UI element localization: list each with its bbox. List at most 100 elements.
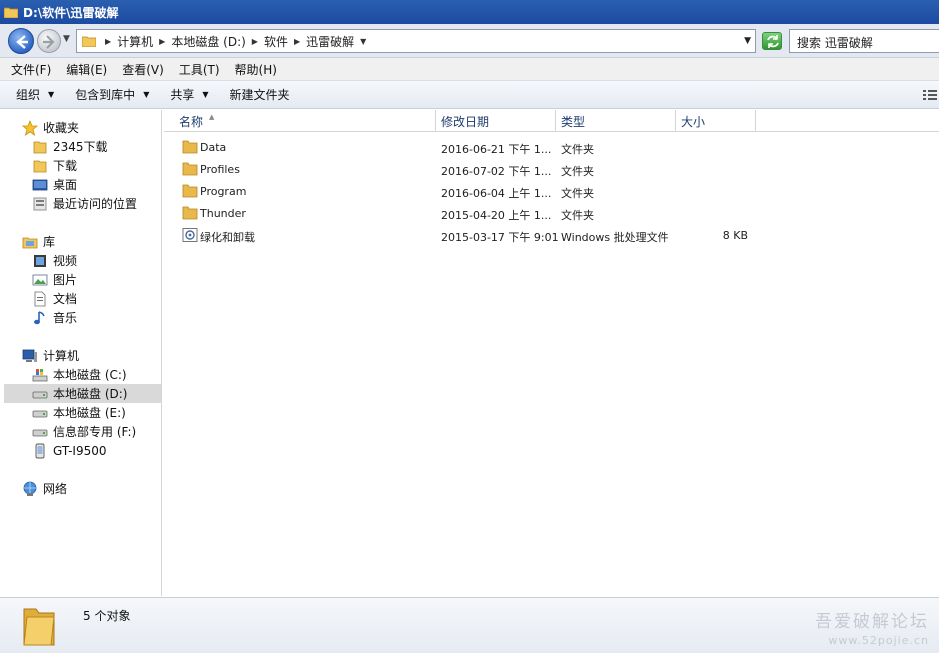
sidebar-item-favorites[interactable]: 收藏夹	[22, 118, 79, 137]
refresh-button[interactable]	[762, 32, 782, 50]
column-header-row: 名称 ▲ 修改日期 类型 大小	[164, 110, 939, 132]
breadcrumb-separator-icon[interactable]: ▶	[159, 37, 165, 46]
breadcrumb-separator-icon[interactable]: ▶	[294, 37, 300, 46]
file-date: 2015-04-20 上午 1...	[441, 209, 552, 222]
column-header-label: 大小	[681, 115, 706, 129]
new-folder-button[interactable]: 新建文件夹	[230, 86, 290, 103]
sidebar-item-pictures[interactable]: 图片	[32, 270, 77, 289]
new-folder-label: 新建文件夹	[229, 88, 290, 102]
computer-icon	[22, 349, 37, 362]
menu-file[interactable]: 文件(F)	[11, 61, 51, 78]
sidebar-item-desktop[interactable]: 桌面	[32, 175, 77, 194]
music-note-icon	[34, 310, 45, 324]
back-button[interactable]	[8, 28, 34, 54]
folder-icon	[82, 36, 96, 47]
file-date: 2015-03-17 下午 9:01	[441, 231, 559, 244]
file-row-profiles[interactable]: Profiles 2016-07-02 下午 1... 文件夹	[178, 160, 778, 180]
file-row-batch[interactable]: 绿化和卸载 2015-03-17 下午 9:01 Windows 批处理文件 8…	[178, 226, 778, 246]
arrow-right-icon	[43, 35, 55, 49]
sidebar-item-drive-e[interactable]: 本地磁盘 (E:)	[32, 403, 126, 422]
file-list: 名称 ▲ 修改日期 类型 大小 Data 2016-06-21 下午 1... 文…	[164, 110, 939, 596]
sidebar-item-phone-device[interactable]: GT-I9500	[32, 441, 107, 460]
address-dropdown-icon[interactable]: ▼	[744, 36, 751, 46]
sidebar-item-downloads[interactable]: 下载	[32, 156, 77, 175]
menu-bar: 文件(F) 编辑(E) 查看(V) 工具(T) 帮助(H)	[0, 58, 939, 80]
forward-button[interactable]	[37, 29, 61, 53]
search-input[interactable]: 搜索 迅雷破解	[789, 29, 939, 53]
file-row-thunder[interactable]: Thunder 2015-04-20 上午 1... 文件夹	[178, 204, 778, 224]
sidebar-item-documents[interactable]: 文档	[32, 289, 77, 308]
file-type: 文件夹	[561, 165, 594, 178]
sidebar-item-recent-places[interactable]: 最近访问的位置	[32, 194, 137, 213]
breadcrumb-separator-icon[interactable]: ▶	[105, 37, 111, 46]
sidebar-label: 桌面	[53, 178, 78, 192]
column-header-label: 类型	[561, 115, 586, 129]
history-dropdown-icon[interactable]: ▼	[63, 34, 70, 44]
breadcrumb-xunlei[interactable]: 迅雷破解	[305, 33, 355, 50]
file-type: Windows 批处理文件	[561, 231, 669, 244]
sidebar-label: 网络	[43, 482, 68, 496]
include-library-label: 包含到库中	[75, 88, 136, 102]
video-icon	[34, 254, 46, 267]
folder-icon	[182, 162, 198, 176]
column-header-type[interactable]: 类型	[556, 110, 676, 132]
item-count: 5 个对象	[83, 609, 131, 623]
menu-tools[interactable]: 工具(T)	[179, 61, 220, 78]
column-header-size[interactable]: 大小	[676, 110, 756, 132]
sidebar-label: 收藏夹	[43, 121, 80, 135]
folder-icon	[33, 141, 47, 153]
sidebar-label: 信息部专用 (F:)	[53, 425, 137, 439]
column-header-name[interactable]: 名称 ▲	[164, 110, 436, 132]
sidebar-item-videos[interactable]: 视频	[32, 251, 77, 270]
sidebar-item-drive-d[interactable]: 本地磁盘 (D:)	[4, 384, 161, 403]
column-header-label: 名称	[179, 115, 204, 129]
sidebar-item-libraries[interactable]: 库	[22, 232, 55, 251]
sidebar-label: 最近访问的位置	[53, 197, 138, 211]
chevron-down-icon: ▼	[143, 90, 150, 99]
breadcrumb-software[interactable]: 软件	[263, 33, 289, 50]
folder-icon	[182, 184, 198, 198]
breadcrumb-drive-d[interactable]: 本地磁盘 (D:)	[170, 33, 246, 50]
sidebar-item-2345-downloads[interactable]: 2345下载	[32, 137, 108, 156]
share-button[interactable]: 共享 ▼	[170, 86, 208, 103]
sidebar-label: 本地磁盘 (C:)	[53, 368, 127, 382]
file-row-data[interactable]: Data 2016-06-21 下午 1... 文件夹	[178, 138, 778, 158]
chevron-down-icon: ▼	[48, 90, 55, 99]
system-drive-icon	[32, 368, 48, 381]
file-name: Data	[200, 141, 227, 154]
breadcrumb-computer[interactable]: 计算机	[116, 33, 154, 50]
view-options-icon[interactable]	[923, 89, 937, 101]
file-row-program[interactable]: Program 2016-06-04 上午 1... 文件夹	[178, 182, 778, 202]
sidebar-item-network[interactable]: 网络	[22, 479, 67, 498]
sidebar-label: 本地磁盘 (E:)	[53, 406, 126, 420]
file-name: 绿化和卸载	[200, 231, 255, 244]
address-bar-area: ▼ ▶ 计算机 ▶ 本地磁盘 (D:) ▶ 软件 ▶ 迅雷破解 ▼ ▼ 搜索 迅…	[0, 24, 939, 58]
column-header-date[interactable]: 修改日期	[436, 110, 556, 132]
sidebar-item-drive-f[interactable]: 信息部专用 (F:)	[32, 422, 136, 441]
window-title: D:\软件\迅雷破解	[23, 5, 119, 20]
breadcrumb[interactable]: ▶ 计算机 ▶ 本地磁盘 (D:) ▶ 软件 ▶ 迅雷破解 ▼ ▼	[76, 29, 756, 53]
column-header-label: 修改日期	[441, 115, 490, 129]
organize-button[interactable]: 组织 ▼	[16, 86, 54, 103]
menu-edit[interactable]: 编辑(E)	[66, 61, 107, 78]
breadcrumb-separator-icon[interactable]: ▼	[360, 37, 366, 46]
hard-drive-icon	[32, 410, 48, 417]
sidebar-label: GT-I9500	[53, 443, 107, 458]
desktop-icon	[32, 179, 48, 190]
include-in-library-button[interactable]: 包含到库中 ▼	[75, 86, 149, 103]
folder-icon	[33, 160, 47, 172]
network-icon	[23, 481, 37, 496]
file-type: 文件夹	[561, 143, 594, 156]
arrow-left-icon	[16, 35, 28, 49]
chevron-down-icon: ▼	[202, 90, 209, 99]
sidebar-item-computer[interactable]: 计算机	[22, 346, 79, 365]
breadcrumb-separator-icon[interactable]: ▶	[252, 37, 258, 46]
file-name: Profiles	[200, 163, 240, 176]
refresh-icon	[767, 35, 779, 48]
menu-help[interactable]: 帮助(H)	[235, 61, 277, 78]
menu-view[interactable]: 查看(V)	[122, 61, 164, 78]
sidebar-item-drive-c[interactable]: 本地磁盘 (C:)	[32, 365, 127, 384]
batch-file-icon	[182, 228, 198, 242]
sidebar-label: 2345下载	[53, 140, 108, 154]
sidebar-item-music[interactable]: 音乐	[32, 308, 77, 327]
